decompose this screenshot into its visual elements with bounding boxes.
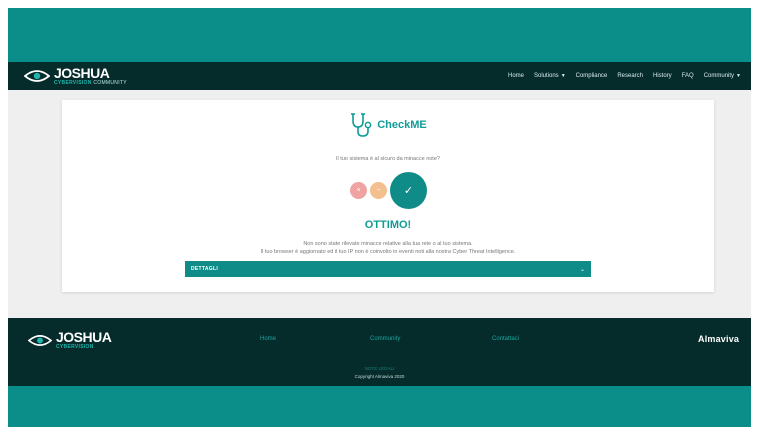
logo-name: JOSHUA <box>54 65 110 81</box>
footer-link-community[interactable]: Community <box>370 336 400 342</box>
footer-link-contacts[interactable]: Contattaci <box>492 336 519 342</box>
result-verdict: OTTIMO! <box>364 219 412 231</box>
chevron-down-icon: ⌄ <box>579 266 585 273</box>
brand-name: CheckME <box>377 119 427 131</box>
almaviva-logo[interactable]: Almaviva <box>698 334 739 344</box>
menu-item-community-label: Community <box>703 73 735 79</box>
details-toggle[interactable]: DETTAGLI ⌄ <box>185 261 591 277</box>
menu-item-history[interactable]: History <box>653 73 672 79</box>
footer-logo-sub: CYBERVISION <box>56 344 94 350</box>
copyright-text: Copyright Almaviva 2020 <box>354 374 405 379</box>
logo[interactable]: JOSHUA CYBERVISION COMMUNITY <box>24 66 127 86</box>
menu-item-home[interactable]: Home <box>508 73 524 79</box>
eye-icon <box>24 70 50 82</box>
security-question: Il tuo sistema è al sicuro da minacce no… <box>336 156 440 162</box>
footer-logo-subtitle: CYBERVISION <box>56 345 111 350</box>
check-icon: ✓ <box>403 185 414 197</box>
eye-icon <box>28 334 52 346</box>
footer-logo[interactable]: JOSHUA CYBERVISION <box>28 329 112 350</box>
status-indicators: × − ✓ <box>62 172 714 209</box>
top-navbar: JOSHUA CYBERVISION COMMUNITY Home Soluti… <box>8 62 751 90</box>
logo-text: JOSHUA CYBERVISION COMMUNITY <box>54 66 127 86</box>
status-warning: − <box>370 182 387 199</box>
status-ok: ✓ <box>390 172 427 209</box>
logo-subtitle: CYBERVISION COMMUNITY <box>54 81 127 86</box>
footer: JOSHUA CYBERVISION Home Community Contat… <box>8 318 751 386</box>
checkme-brand: CheckME <box>62 112 714 138</box>
close-icon: × <box>356 187 361 194</box>
logo-sub-rest: COMMUNITY <box>91 80 127 86</box>
main-menu: Home Solutions ▼ Compliance Research Hist… <box>508 73 741 79</box>
stethoscope-icon <box>351 113 372 137</box>
chevron-down-icon: ▼ <box>736 73 741 79</box>
status-threat: × <box>350 182 367 199</box>
menu-item-research[interactable]: Research <box>617 73 643 79</box>
checkme-card: CheckME Il tuo sistema è al sicuro da mi… <box>62 100 714 292</box>
menu-item-community[interactable]: Community ▼ <box>704 73 741 79</box>
minus-icon: − <box>376 187 381 194</box>
details-label: DETTAGLI <box>191 266 219 272</box>
footer-logo-name: JOSHUA <box>56 329 112 345</box>
main-content: CheckME Il tuo sistema è al sicuro da mi… <box>8 90 751 318</box>
footer-link-home[interactable]: Home <box>260 336 276 342</box>
legal-link[interactable]: NOTE LEGALI <box>8 366 751 371</box>
result-message-1: Non sono state rilevate minacce relative… <box>303 241 473 247</box>
page-frame: JOSHUA CYBERVISION COMMUNITY Home Soluti… <box>8 8 751 427</box>
logo-sub-strong: CYBERVISION <box>54 80 92 86</box>
menu-item-compliance[interactable]: Compliance <box>576 73 608 79</box>
result-message-2: Il tuo browser è aggiornato ed il tuo IP… <box>260 249 516 255</box>
menu-item-faq[interactable]: FAQ <box>682 73 694 79</box>
menu-item-solutions[interactable]: Solutions ▼ <box>534 73 566 79</box>
chevron-down-icon: ▼ <box>560 73 566 79</box>
menu-item-solutions-label: Solutions <box>534 73 559 79</box>
footer-logo-text: JOSHUA CYBERVISION <box>56 329 112 350</box>
